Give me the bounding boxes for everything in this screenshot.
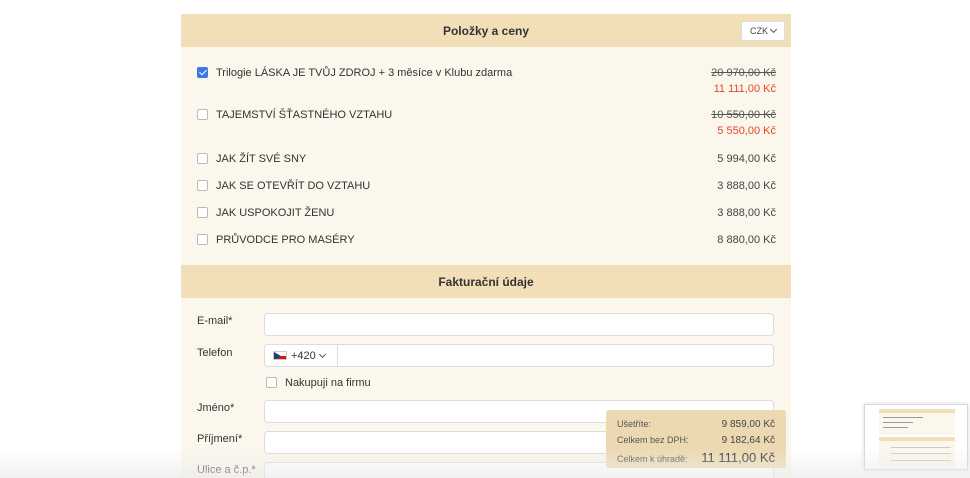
item-name: PRŮVODCE PRO MASÉRY [216, 234, 355, 246]
items-section-header: Položky a ceny CZK [181, 14, 791, 47]
item-name: Trilogie LÁSKA JE TVŮJ ZDROJ + 3 měsíce … [216, 67, 513, 79]
thumbnail-line [891, 453, 951, 454]
item-old-price: 20 970,00 Kč [711, 67, 776, 79]
item-checkbox[interactable] [197, 234, 208, 245]
billing-section-header: Fakturační údaje [181, 265, 791, 298]
item-price: 10 550,00 Kč 5 550,00 Kč [711, 107, 776, 139]
thumbnail-line [891, 447, 951, 448]
net-value: 9 182,64 Kč [721, 435, 775, 446]
chevron-down-icon [318, 350, 326, 358]
list-item[interactable]: TAJEMSTVÍ ŠŤASTNÉHO VZTAHU 10 550,00 Kč … [197, 107, 777, 137]
thumbnail-line [883, 427, 908, 428]
saved-value: 9 859,00 Kč [721, 419, 775, 430]
item-price: 5 994,00 Kč [717, 153, 776, 165]
company-label: Nakupuji na firmu [285, 377, 371, 389]
phone-prefix-value: +420 [291, 349, 316, 362]
items-section-title: Položky a ceny [442, 23, 530, 38]
order-summary: Ušetříte: 9 859,00 Kč Celkem bez DPH: 9 … [606, 410, 786, 468]
item-price: 3 888,00 Kč [717, 180, 776, 192]
item-price: 20 970,00 Kč 11 111,00 Kč [711, 65, 776, 97]
total-value: 11 111,00 Kč [701, 450, 775, 465]
email-field[interactable] [264, 313, 774, 336]
street-label: Ulice a č.p.* [197, 464, 256, 476]
billing-section-title: Fakturační údaje [438, 274, 534, 289]
czech-flag-icon [273, 351, 287, 360]
first-name-label: Jméno* [197, 402, 235, 414]
last-name-label: Příjmení* [197, 433, 243, 445]
phone-field[interactable]: +420 [264, 344, 774, 367]
currency-value: CZK [750, 26, 768, 36]
item-checkbox[interactable] [197, 153, 208, 164]
item-old-price: 10 550,00 Kč [711, 109, 776, 121]
list-item[interactable]: JAK ŽÍT SVÉ SNY 5 994,00 Kč [197, 151, 777, 167]
item-checkbox[interactable] [197, 207, 208, 218]
summary-total-row: Celkem k úhradě: 11 111,00 Kč [617, 450, 775, 465]
list-item[interactable]: PRŮVODCE PRO MASÉRY 8 880,00 Kč [197, 232, 777, 248]
list-item[interactable]: JAK USPOKOJIT ŽENU 3 888,00 Kč [197, 205, 777, 221]
thumbnail-line [883, 422, 913, 423]
item-checkbox[interactable] [197, 180, 208, 191]
item-discount-price: 5 550,00 Kč [717, 125, 776, 137]
thumbnail-form [879, 441, 955, 467]
item-checkbox[interactable] [197, 67, 208, 78]
thumbnail-line [891, 460, 951, 461]
item-checkbox[interactable] [197, 109, 208, 120]
email-label: E-mail* [197, 315, 233, 327]
summary-net-row: Celkem bez DPH: 9 182,64 Kč [617, 435, 775, 446]
phone-label: Telefon [197, 347, 233, 359]
item-price: 8 880,00 Kč [717, 234, 776, 246]
item-name: JAK SE OTEVŘÍT DO VZTAHU [216, 180, 371, 192]
list-item[interactable]: Trilogie LÁSKA JE TVŮJ ZDROJ + 3 měsíce … [197, 65, 777, 95]
page-thumbnail[interactable] [864, 404, 968, 470]
order-form-panel: Položky a ceny CZK Trilogie LÁSKA JE TVŮ… [181, 14, 791, 478]
item-name: TAJEMSTVÍ ŠŤASTNÉHO VZTAHU [216, 109, 393, 121]
item-name: JAK ŽÍT SVÉ SNY [216, 153, 307, 165]
currency-select[interactable]: CZK [741, 21, 785, 41]
total-label: Celkem k úhradě: [617, 454, 688, 464]
company-checkbox[interactable] [266, 377, 277, 388]
list-item[interactable]: JAK SE OTEVŘÍT DO VZTAHU 3 888,00 Kč [197, 178, 777, 194]
saved-label: Ušetříte: [617, 419, 652, 429]
thumbnail-line [883, 417, 923, 418]
chevron-down-icon [769, 25, 778, 34]
summary-saved-row: Ušetříte: 9 859,00 Kč [617, 419, 775, 430]
item-name: JAK USPOKOJIT ŽENU [216, 207, 335, 219]
net-label: Celkem bez DPH: [617, 435, 689, 445]
item-price: 3 888,00 Kč [717, 207, 776, 219]
item-discount-price: 11 111,00 Kč [713, 83, 776, 95]
phone-prefix-select[interactable]: +420 [265, 345, 338, 366]
